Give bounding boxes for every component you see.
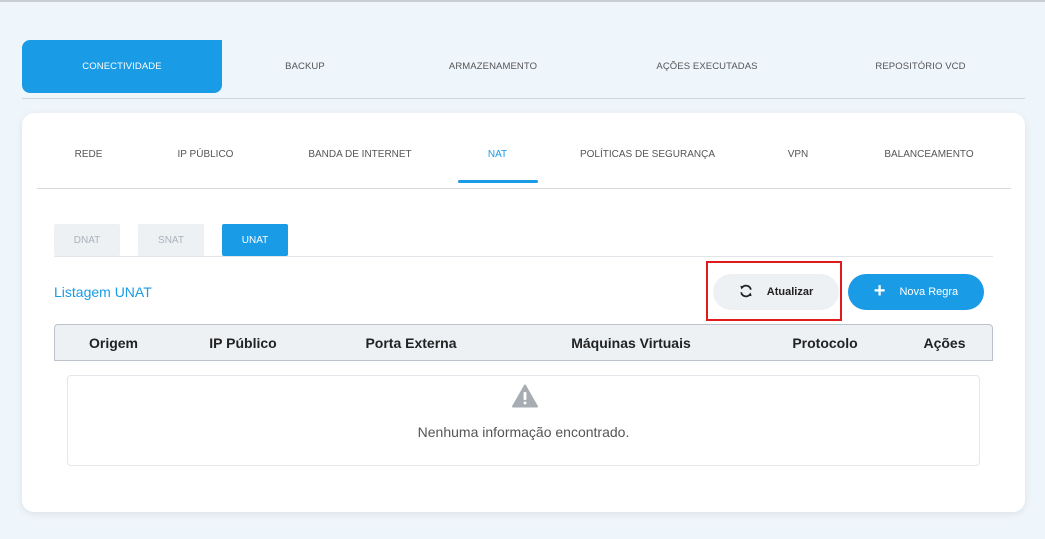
sub-tab-label: VPN: [787, 149, 809, 160]
column-header-ip-publico[interactable]: IP Público: [172, 325, 314, 360]
empty-message: Nenhuma informação encontrado.: [417, 424, 630, 440]
sub-tab-rede[interactable]: REDE: [37, 135, 140, 189]
main-tab-backup[interactable]: BACKUP: [222, 40, 388, 93]
sub-tab-banda-de-internet[interactable]: BANDA DE INTERNET: [271, 135, 449, 189]
main-tabs-divider: [22, 98, 1025, 99]
sub-tab-label: POLÍTICAS DE SEGURANÇA: [579, 149, 716, 160]
sub-tab-politicas-de-seguranca[interactable]: POLÍTICAS DE SEGURANÇA: [546, 135, 749, 189]
table-header: Origem IP Público Porta Externa Máquinas…: [54, 324, 993, 361]
refresh-button[interactable]: Atualizar: [713, 274, 839, 310]
column-header-origem[interactable]: Origem: [55, 325, 172, 360]
active-tab-indicator: [457, 180, 538, 183]
nat-tabs-divider: [54, 256, 993, 257]
main-tab-conectividade[interactable]: CONECTIVIDADE: [22, 40, 222, 93]
sub-tab-label: IP PÚBLICO: [177, 149, 234, 160]
sub-tab-label: BALANCEAMENTO: [884, 149, 974, 160]
column-header-maquinas-virtuais[interactable]: Máquinas Virtuais: [508, 325, 754, 360]
nat-tab-dnat[interactable]: DNAT: [54, 224, 120, 256]
nat-type-tabs: DNAT SNAT UNAT: [54, 224, 288, 256]
content-card: REDE IP PÚBLICO BANDA DE INTERNET NAT PO…: [22, 113, 1025, 512]
sub-tab-vpn[interactable]: VPN: [749, 135, 847, 189]
sub-tab-nat[interactable]: NAT: [449, 135, 546, 189]
main-tab-repositorio-vcd[interactable]: REPOSITÓRIO VCD: [816, 40, 1025, 93]
main-tabs: CONECTIVIDADE BACKUP ARMAZENAMENTO AÇÕES…: [22, 40, 1025, 93]
new-rule-button[interactable]: + Nova Regra: [848, 274, 984, 310]
main-tab-acoes-executadas[interactable]: AÇÕES EXECUTADAS: [598, 40, 816, 93]
nat-tab-snat[interactable]: SNAT: [138, 224, 204, 256]
empty-state: Nenhuma informação encontrado.: [67, 375, 980, 466]
top-border: [0, 0, 1045, 2]
sub-tabs-divider: [37, 188, 1011, 189]
sub-tab-label: NAT: [487, 149, 508, 160]
sub-tabs: REDE IP PÚBLICO BANDA DE INTERNET NAT PO…: [37, 135, 1011, 189]
warning-icon: [512, 384, 538, 413]
sub-tab-ip-publico[interactable]: IP PÚBLICO: [140, 135, 271, 189]
column-header-acoes[interactable]: Ações: [896, 325, 993, 360]
sub-tab-balanceamento[interactable]: BALANCEAMENTO: [847, 135, 1011, 189]
plus-icon: +: [873, 280, 886, 302]
listing-title: Listagem UNAT: [54, 284, 152, 300]
sub-tab-label: REDE: [74, 149, 103, 160]
column-header-protocolo[interactable]: Protocolo: [754, 325, 896, 360]
refresh-icon: [739, 284, 753, 301]
nat-tab-unat[interactable]: UNAT: [222, 224, 288, 256]
refresh-label: Atualizar: [766, 286, 814, 298]
main-tab-armazenamento[interactable]: ARMAZENAMENTO: [388, 40, 598, 93]
new-rule-label: Nova Regra: [899, 286, 959, 298]
column-header-porta-externa[interactable]: Porta Externa: [314, 325, 508, 360]
sub-tab-label: BANDA DE INTERNET: [308, 149, 412, 160]
